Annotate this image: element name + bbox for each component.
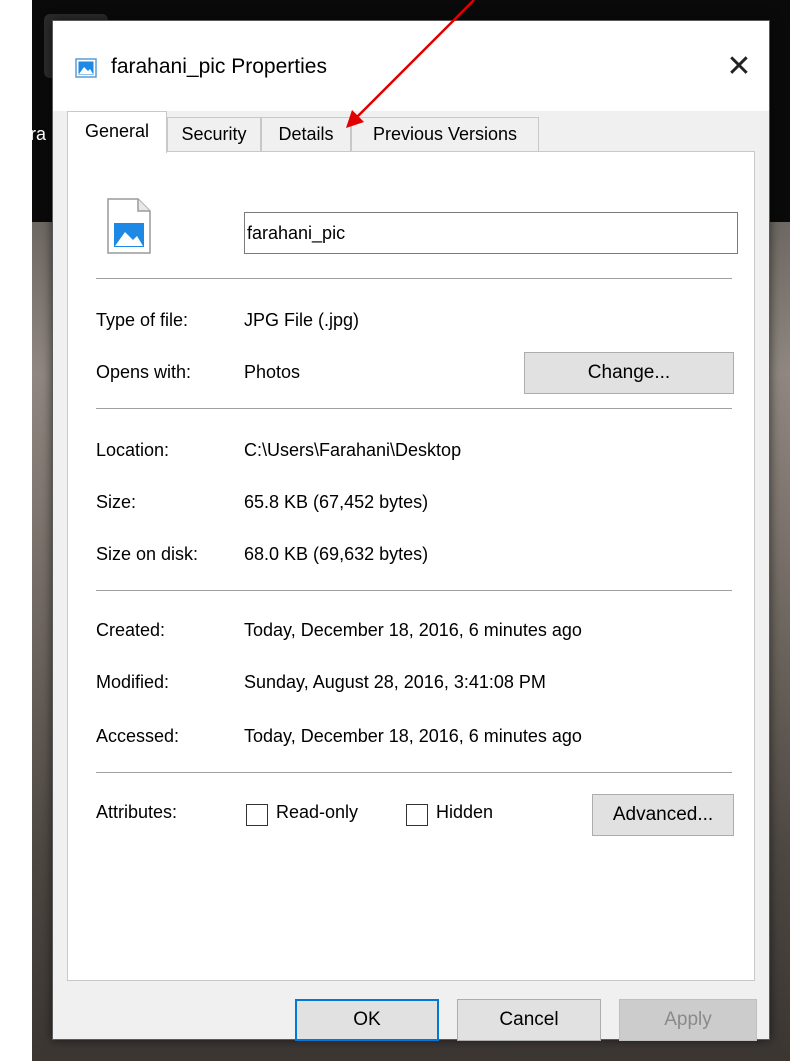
accessed-label: Accessed: bbox=[96, 726, 180, 746]
readonly-label[interactable]: Read-only bbox=[276, 802, 358, 823]
close-button[interactable]: ✕ bbox=[719, 47, 759, 87]
divider bbox=[96, 278, 732, 279]
jpg-file-icon bbox=[107, 198, 151, 254]
attributes-label: Attributes: bbox=[96, 802, 178, 822]
window-title: farahani_pic Properties bbox=[111, 55, 327, 78]
general-tab-panel: Type of file: JPG File (.jpg) Opens with… bbox=[67, 151, 755, 981]
created-value: Today, December 18, 2016, 6 minutes ago bbox=[244, 620, 582, 640]
filename-input[interactable] bbox=[244, 212, 738, 254]
change-button[interactable]: Change... bbox=[524, 352, 734, 394]
location-label: Location: bbox=[96, 440, 170, 460]
divider bbox=[96, 408, 732, 409]
cancel-button[interactable]: Cancel bbox=[457, 999, 601, 1041]
size-label: Size: bbox=[96, 492, 137, 512]
tab-previous-versions[interactable]: Previous Versions bbox=[351, 117, 539, 151]
advanced-button[interactable]: Advanced... bbox=[592, 794, 734, 836]
tab-security[interactable]: Security bbox=[167, 117, 261, 151]
apply-button[interactable]: Apply bbox=[619, 999, 757, 1041]
hidden-label[interactable]: Hidden bbox=[436, 802, 493, 823]
ok-button[interactable]: OK bbox=[295, 999, 439, 1041]
modified-value: Sunday, August 28, 2016, 3:41:08 PM bbox=[244, 672, 546, 692]
type-of-file-value: JPG File (.jpg) bbox=[244, 310, 360, 330]
size-value: 65.8 KB (67,452 bytes) bbox=[244, 492, 429, 512]
properties-dialog: farahani_pic Properties ✕ General Securi… bbox=[52, 20, 770, 1041]
location-value: C:\Users\Farahani\Desktop bbox=[244, 440, 462, 460]
created-label: Created: bbox=[96, 620, 166, 640]
opens-with-label: Opens with: bbox=[96, 362, 192, 382]
tab-general[interactable]: General bbox=[67, 111, 167, 153]
modified-label: Modified: bbox=[96, 672, 170, 692]
divider bbox=[96, 772, 732, 773]
title-bar[interactable]: farahani_pic Properties ✕ bbox=[53, 21, 769, 111]
accessed-value: Today, December 18, 2016, 6 minutes ago bbox=[244, 726, 582, 746]
type-of-file-label: Type of file: bbox=[96, 310, 189, 330]
opens-with-value: Photos bbox=[244, 362, 301, 382]
size-on-disk-value: 68.0 KB (69,632 bytes) bbox=[244, 544, 429, 564]
hidden-checkbox[interactable] bbox=[406, 804, 428, 826]
desktop-icon-label: fara bbox=[32, 124, 47, 144]
divider bbox=[96, 590, 732, 591]
image-file-icon bbox=[75, 58, 97, 78]
tab-details[interactable]: Details bbox=[261, 117, 351, 151]
readonly-checkbox[interactable] bbox=[246, 804, 268, 826]
size-on-disk-label: Size on disk: bbox=[96, 544, 199, 564]
